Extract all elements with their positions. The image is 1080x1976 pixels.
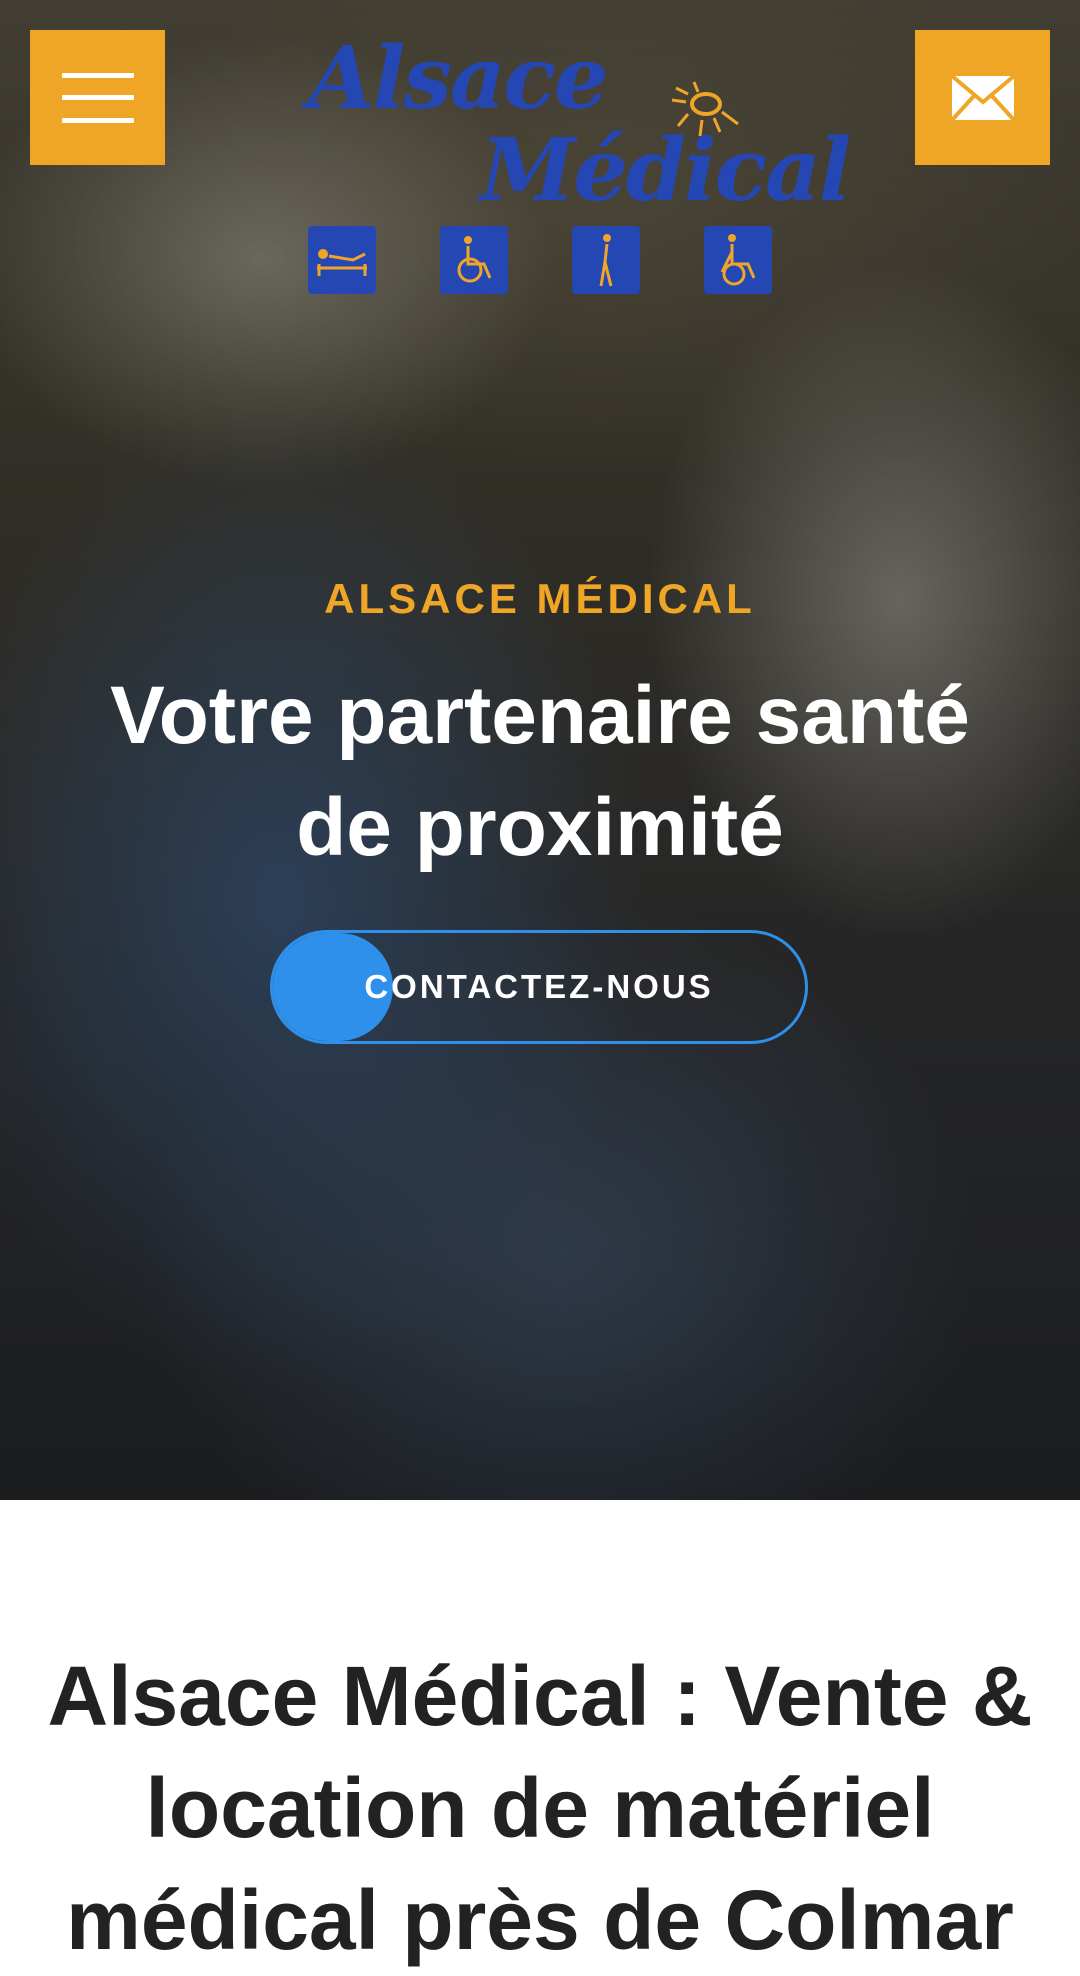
menu-button[interactable]: [30, 30, 165, 165]
page-title: Alsace Médical : Vente & location de mat…: [47, 1649, 1033, 1967]
bed-icon: [308, 226, 376, 294]
envelope-icon: [950, 73, 1015, 121]
contact-mail-button[interactable]: [915, 30, 1050, 165]
cta-label: CONTACTEZ-NOUS: [364, 968, 714, 1005]
hero-section: Alsace Médical ALSACE MÉDICAL Votre part…: [0, 0, 1080, 1500]
logo-icon-row: [308, 226, 772, 294]
site-logo[interactable]: Alsace Médical: [300, 28, 851, 298]
sun-icon: [671, 81, 739, 137]
hero-headline: Votre partenaire santé de proximité: [110, 670, 970, 873]
hamburger-menu-icon: [61, 72, 134, 123]
contact-us-button[interactable]: CONTACTEZ-NOUS: [270, 930, 808, 1044]
wheelchair-icon: [440, 226, 508, 294]
logo-text-line1: Alsace: [308, 28, 609, 129]
wheelchair-pusher-icon: [704, 226, 772, 294]
hero-eyebrow: ALSACE MÉDICAL: [324, 575, 756, 622]
logo-text-line2: Médical: [480, 120, 851, 221]
walking-person-icon: [572, 226, 640, 294]
